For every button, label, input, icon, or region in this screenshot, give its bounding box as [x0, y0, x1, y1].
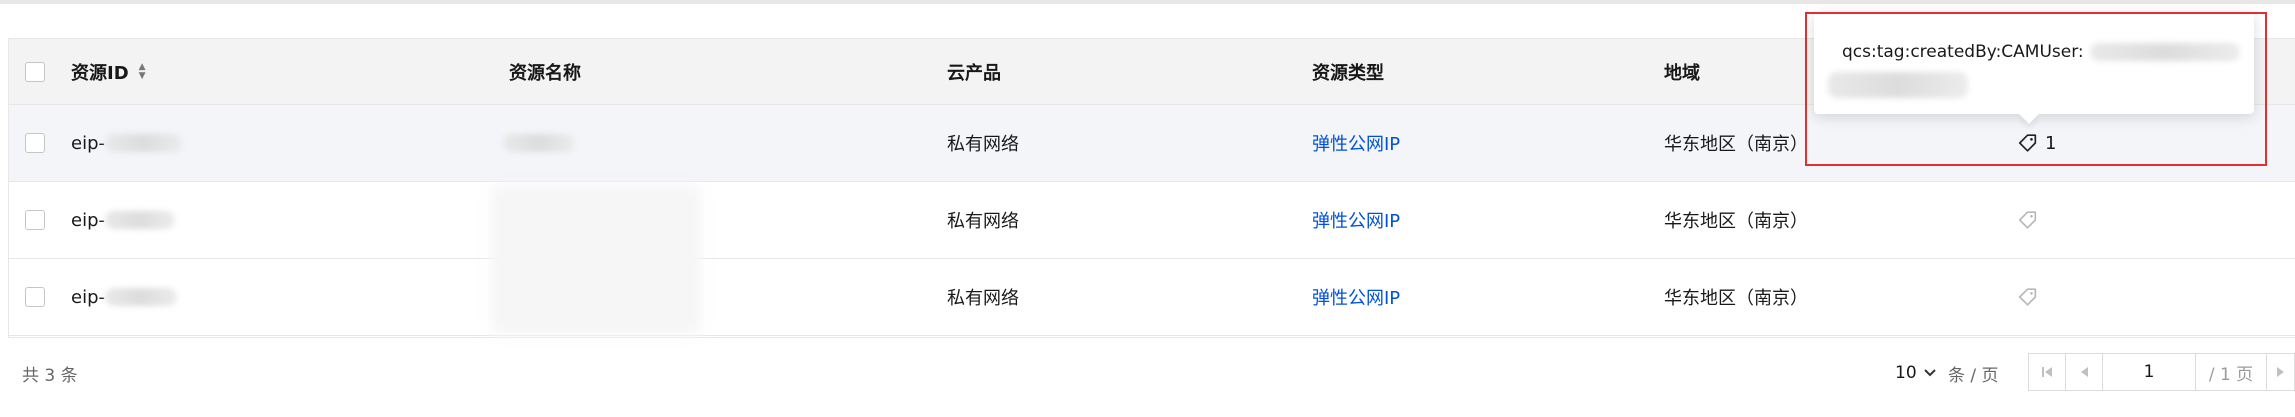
tag-cell[interactable]: [2017, 259, 2039, 335]
redacted-name: [503, 134, 575, 152]
per-page-label: 条 / 页: [1948, 365, 1999, 386]
page-number-input[interactable]: 1: [2102, 353, 2196, 391]
resource-id-cell[interactable]: eip-: [71, 259, 177, 335]
cloud-product-cell: 私有网络: [947, 134, 1019, 155]
next-page-icon: [2276, 367, 2284, 377]
resource-id-cell[interactable]: eip-: [71, 105, 183, 181]
tag-icon[interactable]: [2017, 209, 2039, 231]
resource-id-cell[interactable]: eip-: [71, 182, 175, 258]
next-page-button[interactable]: [2266, 353, 2295, 391]
redacted-id: [105, 211, 175, 229]
resource-type-link[interactable]: 弹性公网IP: [1312, 182, 1400, 258]
region-cell: 华东地区（南京）: [1664, 288, 1808, 309]
prev-page-icon: [2081, 367, 2088, 377]
resource-type-link[interactable]: 弹性公网IP: [1312, 105, 1400, 181]
select-all-checkbox[interactable]: [25, 61, 45, 82]
redacted-id: [105, 288, 177, 306]
column-header-region: 地域: [1664, 62, 1700, 84]
pagination-bar: 共 3 条 10 条 / 页 1 / 1 页: [0, 340, 2295, 406]
prev-page-button[interactable]: [2065, 353, 2103, 391]
region-cell: 华东地区（南京）: [1664, 211, 1808, 232]
table-row[interactable]: eip- 私有网络 弹性公网IP 华东地区（南京）: [9, 259, 2295, 336]
chevron-down-icon: [1923, 369, 1936, 377]
cloud-product-cell: 私有网络: [947, 288, 1019, 309]
redacted-id: [105, 134, 183, 152]
first-page-button[interactable]: [2028, 353, 2066, 391]
redacted-block: [491, 185, 701, 335]
row-checkbox[interactable]: [25, 133, 45, 153]
column-header-resource-type: 资源类型: [1312, 62, 1384, 84]
top-divider: [0, 0, 2295, 4]
row-checkbox[interactable]: [25, 287, 45, 307]
tag-icon[interactable]: [2017, 286, 2039, 308]
sort-icon[interactable]: ▲ ▼: [139, 62, 146, 81]
total-pages-label: / 1 页: [2195, 353, 2267, 391]
column-header-cloud-product: 云产品: [947, 62, 1001, 84]
table-row[interactable]: eip- 私有网络 弹性公网IP 华东地区（南京）: [9, 182, 2295, 259]
resource-type-link[interactable]: 弹性公网IP: [1312, 259, 1400, 335]
page-size-select[interactable]: 10: [1895, 340, 1937, 406]
region-cell: 华东地区（南京）: [1664, 134, 1808, 155]
highlight-box: [1805, 12, 2267, 166]
cloud-product-cell: 私有网络: [947, 211, 1019, 232]
total-count: 共 3 条: [22, 365, 78, 386]
column-header-resource-name: 资源名称: [509, 62, 581, 84]
tag-cell[interactable]: [2017, 182, 2039, 258]
row-checkbox[interactable]: [25, 210, 45, 230]
column-header-resource-id[interactable]: 资源ID ▲ ▼: [71, 39, 146, 104]
resource-name-cell: [503, 105, 575, 181]
first-page-icon: [2042, 367, 2052, 377]
